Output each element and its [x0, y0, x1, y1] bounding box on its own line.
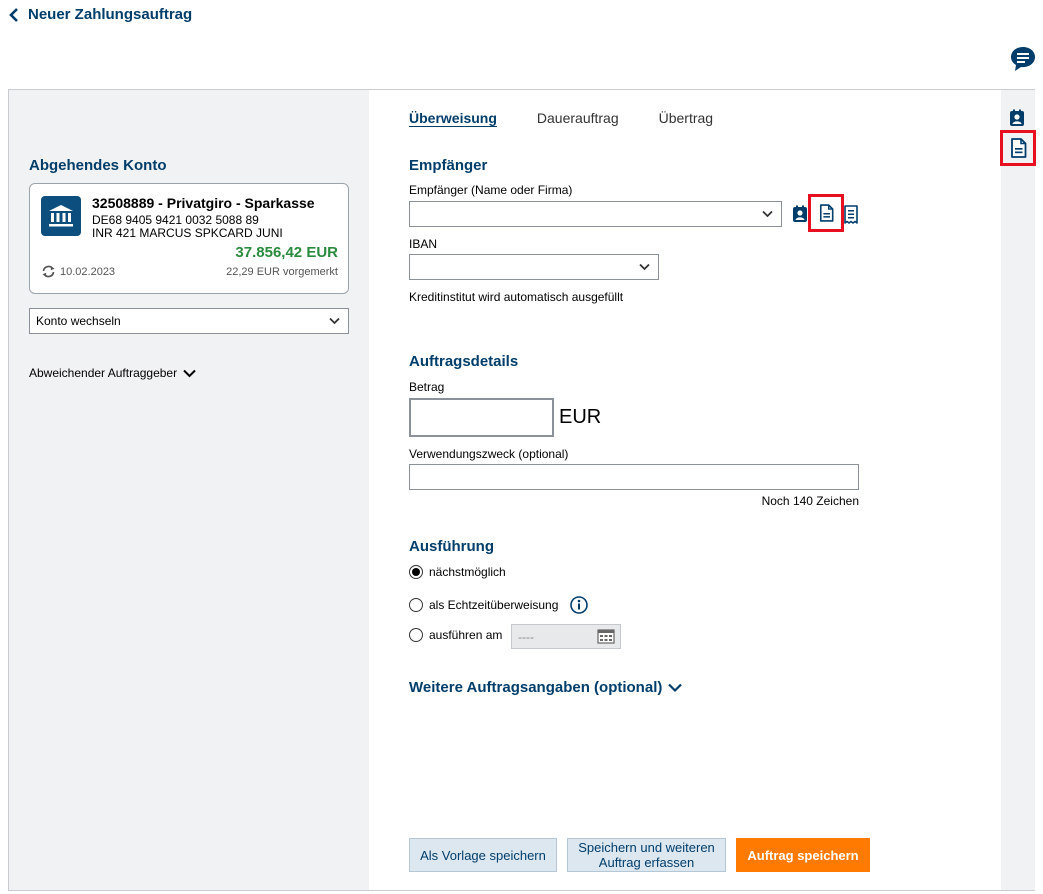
back-link[interactable]: Neuer Zahlungsauftrag	[8, 6, 192, 23]
recipient-heading: Empfänger	[409, 157, 488, 174]
execution-option-label: ausführen am	[429, 628, 503, 642]
chevron-left-icon	[9, 7, 18, 22]
purpose-input[interactable]	[409, 464, 859, 490]
purpose-label: Verwendungszweck (optional)	[409, 447, 569, 461]
account-owner: INR 421 MARCUS SPKCARD JUNI	[92, 226, 283, 240]
template-rail-button[interactable]	[1000, 130, 1036, 166]
execution-option-asap[interactable]: nächstmöglich	[409, 565, 506, 579]
execution-option-instant[interactable]: als Echtzeitüberweisung	[409, 596, 589, 614]
document-icon	[1010, 138, 1026, 158]
payment-panel: Abgehendes Konto 32508889 - Privatgiro -…	[8, 89, 1036, 891]
chevron-down-icon	[329, 317, 340, 325]
execution-option-label: als Echtzeitüberweisung	[429, 598, 559, 612]
outgoing-account-heading: Abgehendes Konto	[29, 157, 167, 174]
iban-input[interactable]	[409, 254, 659, 280]
side-rail	[1000, 90, 1036, 890]
bank-hint: Kreditinstitut wird automatisch ausgefül…	[409, 290, 624, 304]
receipt-icon	[844, 204, 858, 224]
sync-icon[interactable]	[41, 265, 56, 278]
contacts-button[interactable]	[789, 203, 811, 225]
execution-option-date[interactable]: ausführen am	[409, 628, 502, 642]
recipient-name-label: Empfänger (Name oder Firma)	[409, 183, 573, 197]
alternate-sender-toggle[interactable]: Abweichender Auftraggeber	[29, 366, 196, 380]
calendar-icon[interactable]	[597, 629, 615, 644]
tab-standing-order[interactable]: Dauerauftrag	[537, 110, 619, 126]
bill-scan-button[interactable]	[840, 203, 862, 225]
chat-bubble-icon[interactable]	[1010, 46, 1036, 72]
details-heading: Auftragsdetails	[409, 353, 519, 370]
payment-type-tabs: Überweisung Dauerauftrag Übertrag	[409, 110, 713, 126]
radio-asap[interactable]	[409, 565, 423, 579]
sync-status: 10.02.2023	[41, 265, 115, 278]
more-details-label: Weitere Auftragsangaben (optional)	[409, 679, 663, 696]
alternate-sender-label: Abweichender Auftraggeber	[29, 366, 178, 380]
contacts-rail-button[interactable]	[1006, 107, 1028, 129]
document-icon	[819, 204, 833, 222]
account-date: 10.02.2023	[60, 265, 116, 278]
address-book-icon	[1010, 109, 1024, 126]
bank-building-icon	[41, 196, 81, 236]
execution-heading: Ausführung	[409, 538, 494, 555]
save-and-new-label-2: Auftrag erfassen	[598, 855, 695, 870]
currency-label: EUR	[559, 406, 602, 428]
save-and-new-button[interactable]: Speichern und weiteren Auftrag erfassen	[567, 838, 726, 872]
chars-left: Noch 140 Zeichen	[761, 494, 859, 508]
recipient-name-input[interactable]	[409, 201, 782, 227]
account-title: 32508889 - Privatgiro - Sparkasse	[92, 195, 315, 211]
account-card[interactable]: 32508889 - Privatgiro - Sparkasse DE68 9…	[29, 183, 349, 294]
execution-option-label: nächstmöglich	[429, 565, 506, 579]
chevron-down-icon	[668, 683, 683, 692]
chevron-down-icon	[639, 263, 650, 271]
save-order-button[interactable]: Auftrag speichern	[736, 838, 870, 872]
date-placeholder: ----	[518, 629, 534, 644]
amount-label: Betrag	[409, 380, 445, 394]
amount-input[interactable]	[409, 398, 554, 437]
execution-date-input[interactable]: ----	[511, 624, 621, 649]
iban-label: IBAN	[409, 237, 438, 251]
chevron-down-icon	[762, 210, 773, 218]
page-title: Neuer Zahlungsauftrag	[28, 6, 193, 23]
save-template-button[interactable]: Als Vorlage speichern	[409, 838, 557, 872]
radio-date[interactable]	[409, 628, 423, 642]
save-and-new-label-1: Speichern und weiteren	[578, 840, 715, 855]
account-reserved: 22,29 EUR vorgemerkt	[226, 266, 338, 278]
switch-account-select[interactable]: Konto wechseln	[29, 308, 349, 334]
switch-account-label: Konto wechseln	[36, 314, 121, 328]
info-icon[interactable]	[570, 596, 589, 614]
address-book-icon	[793, 205, 807, 222]
template-button[interactable]	[808, 194, 844, 232]
account-column: Abgehendes Konto 32508889 - Privatgiro -…	[9, 90, 369, 890]
account-iban: DE68 9405 9421 0032 5088 89	[92, 213, 259, 227]
radio-instant[interactable]	[409, 598, 423, 612]
chevron-down-icon	[183, 369, 196, 377]
account-balance: 37.856,42 EUR	[235, 244, 338, 261]
tab-internal-transfer[interactable]: Übertrag	[659, 110, 713, 126]
tab-transfer[interactable]: Überweisung	[409, 110, 497, 126]
more-details-toggle[interactable]: Weitere Auftragsangaben (optional)	[409, 679, 683, 696]
